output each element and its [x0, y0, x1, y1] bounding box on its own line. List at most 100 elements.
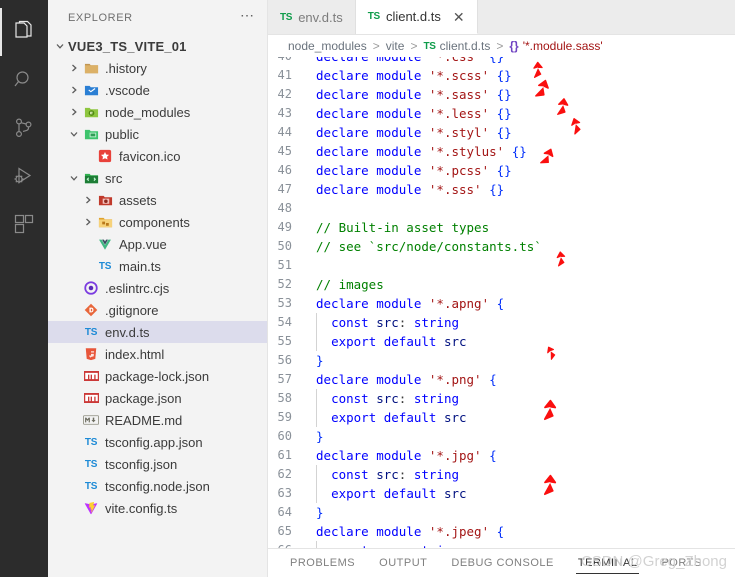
- code-text[interactable]: // Built-in asset types: [306, 218, 489, 237]
- tree-item-tsconfig-app-json[interactable]: TS tsconfig.app.json: [48, 431, 267, 453]
- chevron-down-icon[interactable]: [66, 173, 82, 183]
- chevron-right-icon[interactable]: [66, 107, 82, 117]
- code-token: '*.apng': [428, 296, 490, 311]
- code-token: :: [398, 391, 414, 406]
- tree-item-label: README.md: [105, 412, 183, 428]
- code-text[interactable]: declare module '*.jpeg' {: [306, 522, 504, 541]
- tree-item-vite-config-ts[interactable]: vite.config.ts: [48, 497, 267, 519]
- code-text[interactable]: declare module '*.scss' {}: [306, 66, 512, 85]
- typescript-icon: TS: [367, 11, 380, 22]
- chevron-right-icon[interactable]: [80, 195, 96, 205]
- code-text[interactable]: export default src: [306, 332, 467, 351]
- editor-tab-client-d-ts[interactable]: TS client.d.ts ✕: [355, 0, 478, 34]
- breadcrumb-item-vite[interactable]: vite: [386, 39, 405, 53]
- tree-item-main-ts[interactable]: TS main.ts: [48, 255, 267, 277]
- line-number: 42: [277, 87, 292, 101]
- activity-item-extensions[interactable]: [0, 200, 48, 248]
- breadcrumb-item-file[interactable]: client.d.ts: [440, 39, 491, 53]
- line-number: 58: [277, 391, 292, 405]
- tree-item-index-html[interactable]: index.html: [48, 343, 267, 365]
- code-text[interactable]: const src: string: [306, 541, 459, 548]
- tree-item-tsconfig-json[interactable]: TS tsconfig.json: [48, 453, 267, 475]
- code-text[interactable]: declare module '*.styl' {}: [306, 123, 512, 142]
- activity-bar: [0, 0, 48, 577]
- line-number: 60: [277, 429, 292, 443]
- close-icon[interactable]: ✕: [453, 10, 465, 24]
- favicon-icon: [96, 149, 114, 163]
- code-token: declare module: [316, 182, 429, 197]
- code-line: 47 declare module '*.sss' {}: [268, 180, 735, 199]
- tree-item-package-lock-json[interactable]: package-lock.json: [48, 365, 267, 387]
- eslint-icon: [82, 281, 100, 295]
- code-text[interactable]: declare module '*.css' {}: [306, 57, 504, 66]
- code-token: declare module: [316, 144, 429, 159]
- code-token: '*.stylus': [428, 144, 505, 159]
- code-text[interactable]: }: [306, 427, 324, 446]
- tree-item-favicon-ico[interactable]: favicon.ico: [48, 145, 267, 167]
- typescript-icon: TS: [280, 11, 293, 23]
- code-token: '*.scss': [428, 68, 490, 83]
- tree-item-src[interactable]: src: [48, 167, 267, 189]
- editor-tab-bar: TS env.d.ts TS client.d.ts ✕: [268, 0, 735, 35]
- code-text[interactable]: export default src: [306, 484, 467, 503]
- tree-item-package-json[interactable]: package.json: [48, 387, 267, 409]
- tree-item-env-d-ts[interactable]: TS env.d.ts: [48, 321, 267, 343]
- chevron-right-icon[interactable]: [66, 63, 82, 73]
- code-text[interactable]: declare module '*.sass' {}: [306, 85, 512, 104]
- code-text[interactable]: // see `src/node/constants.ts`: [306, 237, 542, 256]
- code-text[interactable]: }: [306, 351, 324, 370]
- code-text[interactable]: declare module '*.png' {: [306, 370, 497, 389]
- tree-item-vscode[interactable]: .vscode: [48, 79, 267, 101]
- chevron-right-icon[interactable]: [80, 217, 96, 227]
- code-text[interactable]: }: [306, 503, 324, 522]
- breadcrumb-item-node-modules[interactable]: node_modules: [288, 39, 367, 53]
- panel-tab-debug-console[interactable]: DEBUG CONSOLE: [449, 553, 555, 573]
- code-text[interactable]: declare module '*.apng' {: [306, 294, 504, 313]
- editor-tab-env-d-ts[interactable]: TS env.d.ts: [268, 0, 356, 34]
- chevron-down-icon[interactable]: [66, 129, 82, 139]
- activity-item-run-and-debug[interactable]: [0, 152, 48, 200]
- code-token: // Built-in asset types: [316, 220, 490, 235]
- tree-item-gitignore[interactable]: .gitignore: [48, 299, 267, 321]
- panel-tab-output[interactable]: OUTPUT: [377, 553, 429, 573]
- code-text[interactable]: // images: [306, 275, 384, 294]
- tree-item-label: .eslintrc.cjs: [105, 280, 170, 296]
- tree-root-folder[interactable]: VUE3_TS_VITE_01: [48, 35, 267, 57]
- chevron-down-icon[interactable]: [52, 41, 68, 51]
- line-number: 40: [268, 57, 306, 66]
- code-viewport[interactable]: 40declare module '*.css' {}41declare mod…: [268, 57, 735, 548]
- line-number: 52: [277, 277, 292, 291]
- activity-item-source-control[interactable]: [0, 104, 48, 152]
- files-icon: [12, 20, 36, 44]
- tree-item-history[interactable]: .history: [48, 57, 267, 79]
- code-text[interactable]: declare module '*.pcss' {}: [306, 161, 512, 180]
- tree-item-tsconfig-node-json[interactable]: TS tsconfig.node.json: [48, 475, 267, 497]
- code-text[interactable]: declare module '*.stylus' {}: [306, 142, 527, 161]
- code-text[interactable]: const src: string: [306, 389, 459, 408]
- chevron-right-icon[interactable]: [66, 85, 82, 95]
- code-line: 66 const src: string: [268, 541, 735, 548]
- tree-item-eslintrc-cjs[interactable]: .eslintrc.cjs: [48, 277, 267, 299]
- tree-item-components[interactable]: components: [48, 211, 267, 233]
- tree-item-readme-md[interactable]: README.md: [48, 409, 267, 431]
- tree-item-app-vue[interactable]: App.vue: [48, 233, 267, 255]
- main-body: EXPLORER ⋯ VUE3_TS_VITE_01 .history .vsco…: [0, 0, 735, 577]
- tree-item-assets[interactable]: assets: [48, 189, 267, 211]
- code-text[interactable]: declare module '*.jpg' {: [306, 446, 497, 465]
- activity-item-search[interactable]: [0, 56, 48, 104]
- tree-item-public[interactable]: public: [48, 123, 267, 145]
- panel-tab-problems[interactable]: PROBLEMS: [288, 553, 357, 573]
- breadcrumb-item-symbol[interactable]: '*.module.sass': [523, 39, 603, 53]
- code-text[interactable]: export default src: [306, 408, 467, 427]
- tree-item-label: index.html: [105, 346, 165, 362]
- code-text[interactable]: declare module '*.less' {}: [306, 104, 512, 123]
- code-text[interactable]: declare module '*.sss' {}: [306, 180, 504, 199]
- code-text[interactable]: const src: string: [306, 313, 459, 332]
- code-token: const: [331, 391, 377, 406]
- tree-item-node-modules[interactable]: node_modules: [48, 101, 267, 123]
- code-text[interactable]: const src: string: [306, 465, 459, 484]
- code-token: declare module: [316, 296, 429, 311]
- ellipsis-icon[interactable]: ⋯: [240, 8, 255, 24]
- activity-item-explorer[interactable]: [0, 8, 48, 56]
